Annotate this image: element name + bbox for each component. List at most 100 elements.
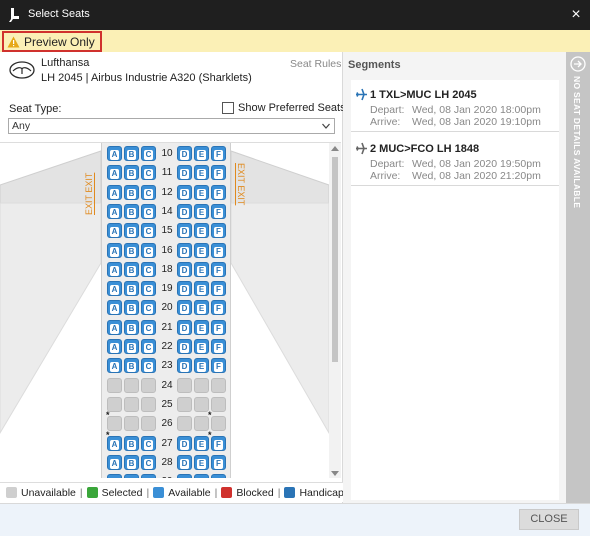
seat-14D[interactable]: D [177, 203, 192, 219]
seat-20D[interactable]: D [177, 300, 192, 316]
seat-29D[interactable]: D [177, 474, 192, 478]
seat-19F[interactable]: F [211, 281, 226, 297]
seat-19B[interactable]: B [124, 281, 139, 297]
seat-14A[interactable]: A [107, 203, 122, 219]
seat-29B[interactable]: B [124, 474, 139, 478]
seat-20F[interactable]: F [211, 300, 226, 316]
seat-14B[interactable]: B [124, 203, 139, 219]
seat-16A[interactable]: A [107, 242, 122, 258]
seat-10B[interactable]: B [124, 146, 139, 161]
seat-27B[interactable]: B [124, 435, 139, 451]
seat-16F[interactable]: F [211, 242, 226, 258]
seat-10A[interactable]: A [107, 146, 122, 161]
seat-19C[interactable]: C [141, 281, 156, 297]
cabin-scrollbar[interactable] [329, 143, 341, 478]
seat-11F[interactable]: F [211, 165, 226, 181]
seat-29F[interactable]: F [211, 474, 226, 478]
seat-20A[interactable]: A [107, 300, 122, 316]
seat-23A[interactable]: A [107, 358, 122, 374]
seat-19E[interactable]: E [194, 281, 209, 297]
seat-16B[interactable]: B [124, 242, 139, 258]
close-icon[interactable]: × [566, 4, 586, 26]
seat-16D[interactable]: D [177, 242, 192, 258]
seat-27D[interactable]: D [177, 435, 192, 451]
seat-28D[interactable]: D [177, 454, 192, 470]
seat-20B[interactable]: B [124, 300, 139, 316]
seat-22E[interactable]: E [194, 339, 209, 354]
seat-29A[interactable]: A [107, 474, 122, 478]
cabin-scroll-thumb[interactable] [332, 157, 338, 362]
close-button[interactable]: CLOSE [519, 509, 579, 530]
seat-18D[interactable]: D [177, 261, 192, 277]
seat-15D[interactable]: D [177, 223, 192, 239]
expand-arrow-icon[interactable] [570, 56, 586, 72]
seat-12A[interactable]: A [107, 184, 122, 200]
seat-22B[interactable]: B [124, 339, 139, 354]
preferred-seats-label[interactable]: Show Preferred Seats [238, 102, 346, 114]
seat-10D[interactable]: D [177, 146, 192, 161]
seat-type-select[interactable]: Any [8, 118, 335, 134]
segment-item-1[interactable]: 1 TXL>MUC LH 2045 Depart: Wed, 08 Jan 20… [351, 80, 559, 132]
seat-28B[interactable]: B [124, 454, 139, 470]
seat-15F[interactable]: F [211, 223, 226, 239]
seat-21F[interactable]: F [211, 319, 226, 335]
seat-20C[interactable]: C [141, 300, 156, 316]
seat-20E[interactable]: E [194, 300, 209, 316]
seat-19A[interactable]: A [107, 281, 122, 297]
seat-rules-link[interactable]: Seat Rules [290, 58, 341, 70]
seat-details-panel[interactable]: NO SEAT DETAILS AVAILABLE [566, 52, 590, 503]
scroll-down-icon[interactable] [331, 471, 339, 477]
seat-23F[interactable]: F [211, 358, 226, 374]
seat-27C[interactable]: C [141, 435, 156, 451]
seat-10E[interactable]: E [194, 146, 209, 161]
seat-18A[interactable]: A [107, 261, 122, 277]
seat-14F[interactable]: F [211, 203, 226, 219]
seat-16C[interactable]: C [141, 242, 156, 258]
seat-11D[interactable]: D [177, 165, 192, 181]
seat-18E[interactable]: E [194, 261, 209, 277]
seat-11B[interactable]: B [124, 165, 139, 181]
seat-28E[interactable]: E [194, 454, 209, 470]
seat-12F[interactable]: F [211, 184, 226, 200]
seat-10C[interactable]: C [141, 146, 156, 161]
seat-21B[interactable]: B [124, 319, 139, 335]
seat-12B[interactable]: B [124, 184, 139, 200]
seat-29E[interactable]: E [194, 474, 209, 478]
seat-28A[interactable]: A [107, 454, 122, 470]
seat-18C[interactable]: C [141, 261, 156, 277]
seat-22C[interactable]: C [141, 339, 156, 354]
seat-27F[interactable]: F [211, 435, 226, 451]
seat-22A[interactable]: A [107, 339, 122, 354]
seat-12C[interactable]: C [141, 184, 156, 200]
seat-23D[interactable]: D [177, 358, 192, 374]
seat-22D[interactable]: D [177, 339, 192, 354]
seat-21D[interactable]: D [177, 319, 192, 335]
seat-15E[interactable]: E [194, 223, 209, 239]
seat-21C[interactable]: C [141, 319, 156, 335]
seat-15B[interactable]: B [124, 223, 139, 239]
seat-23C[interactable]: C [141, 358, 156, 374]
seat-15A[interactable]: A [107, 223, 122, 239]
seat-10F[interactable]: F [211, 146, 226, 161]
seat-23E[interactable]: E [194, 358, 209, 374]
seat-12D[interactable]: D [177, 184, 192, 200]
seat-11E[interactable]: E [194, 165, 209, 181]
seat-15C[interactable]: C [141, 223, 156, 239]
seat-21A[interactable]: A [107, 319, 122, 335]
seat-18B[interactable]: B [124, 261, 139, 277]
seat-11A[interactable]: A [107, 165, 122, 181]
seat-19D[interactable]: D [177, 281, 192, 297]
seat-21E[interactable]: E [194, 319, 209, 335]
scroll-up-icon[interactable] [331, 145, 339, 151]
seat-28F[interactable]: F [211, 454, 226, 470]
seat-14C[interactable]: C [141, 203, 156, 219]
seat-27E[interactable]: E [194, 435, 209, 451]
preferred-seats-checkbox[interactable] [222, 102, 234, 114]
seat-14E[interactable]: E [194, 203, 209, 219]
seat-18F[interactable]: F [211, 261, 226, 277]
seat-28C[interactable]: C [141, 454, 156, 470]
seat-23B[interactable]: B [124, 358, 139, 374]
seat-11C[interactable]: C [141, 165, 156, 181]
seat-22F[interactable]: F [211, 339, 226, 354]
seat-29C[interactable]: C [141, 474, 156, 478]
